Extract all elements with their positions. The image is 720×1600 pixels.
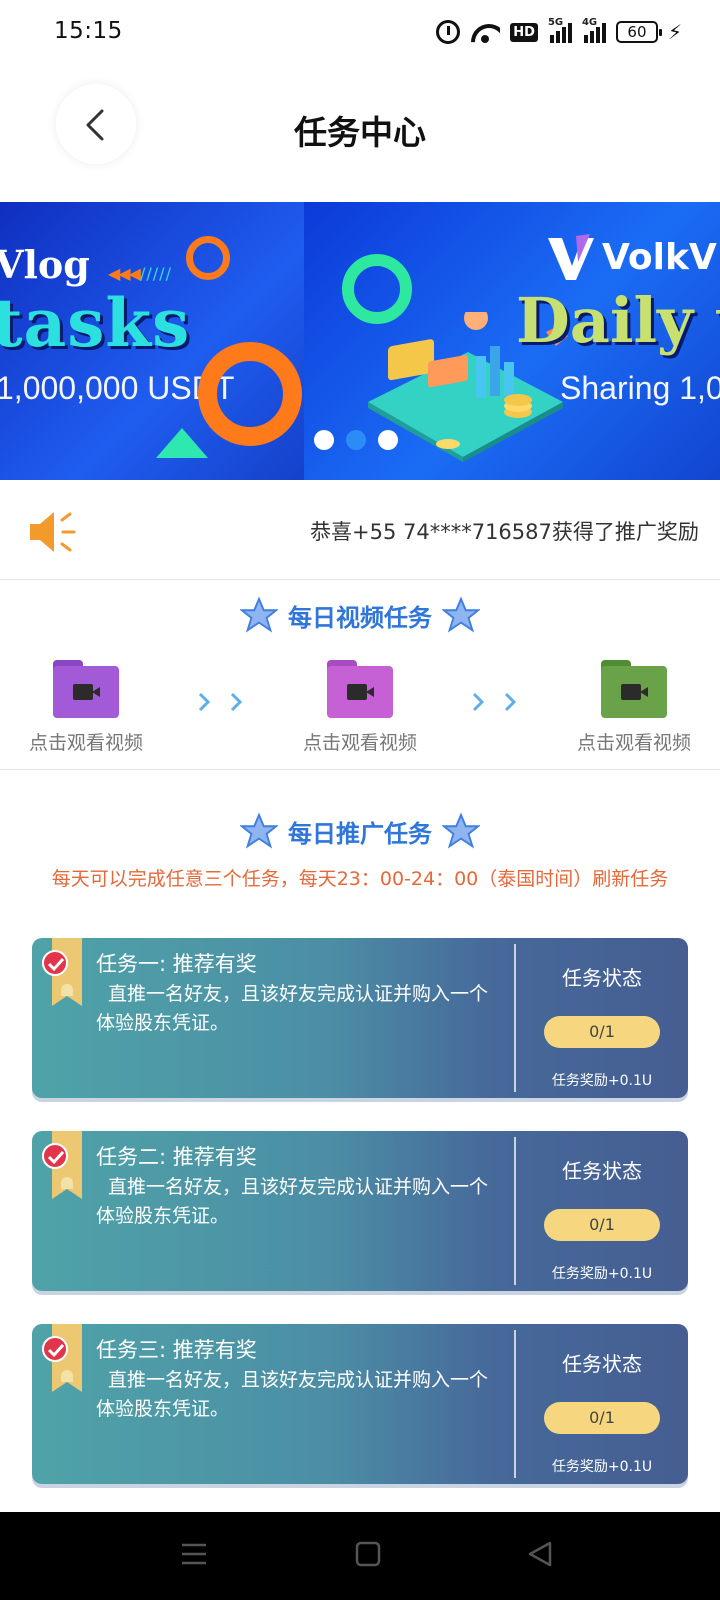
video-task-item-2[interactable]: 点击观看视频 xyxy=(290,660,430,760)
banner-left-top-text: Vlog xyxy=(0,242,90,287)
video-folder-icon xyxy=(327,660,393,718)
page-title: 任务中心 xyxy=(294,113,426,152)
task-progress-pill: 0/1 xyxy=(544,1016,660,1048)
notice-bar: 恭喜+55 74****716587获得了推广奖励 xyxy=(0,480,720,580)
double-chevron-right-icon xyxy=(472,692,517,712)
home-icon[interactable] xyxy=(354,1540,382,1568)
double-chevron-right-icon xyxy=(198,692,243,712)
star-icon xyxy=(240,812,278,849)
carousel-dot-active[interactable] xyxy=(346,430,366,450)
task-title: 任务二: 推荐有奖 xyxy=(96,1145,257,1169)
promo-section-label: 每日推广任务 xyxy=(288,819,432,848)
hd-voice-icon: HD xyxy=(510,22,538,42)
status-icons: HD 5G 4G 60 ⚡ xyxy=(436,17,682,46)
banner-brand: VolkV xyxy=(546,232,717,282)
wifi-icon xyxy=(470,20,500,44)
menu-icon[interactable] xyxy=(180,1540,208,1568)
banner-left-headline: tasks xyxy=(0,284,191,362)
ring-decoration xyxy=(186,236,230,280)
promo-section-title: 每日推广任务 xyxy=(0,812,720,850)
task-reward: 任务奖励+0.1U xyxy=(551,1266,653,1282)
ring-decoration xyxy=(198,342,302,446)
task-title: 任务一: 推荐有奖 xyxy=(96,952,257,976)
video-section-title: 每日视频任务 xyxy=(0,596,720,634)
triangle-decoration xyxy=(156,428,208,458)
task-reward: 任务奖励+0.1U xyxy=(551,1073,653,1089)
task-status-label: 任务状态 xyxy=(562,1159,642,1183)
task-status-label: 任务状态 xyxy=(562,1352,642,1376)
video-task-row: 点击观看视频 点击观看视频 点击观看视频 xyxy=(0,660,720,770)
banner-carousel[interactable]: Vlog ◀◀◀ ///// tasks 1,000,000 USDT Volk… xyxy=(0,202,720,480)
task-title: 任务三: 推荐有奖 xyxy=(96,1338,257,1362)
carousel-dot[interactable] xyxy=(378,430,398,450)
task-status-label: 任务状态 xyxy=(562,966,642,990)
task-description: 直推一名好友，且该好友完成认证并购入一个体验股东凭证。 xyxy=(96,983,489,1034)
system-nav-bar xyxy=(0,1512,720,1600)
star-icon xyxy=(442,596,480,633)
check-badge-icon xyxy=(42,1143,68,1169)
promo-note: 每天可以完成任意三个任务，每天23：00-24：00（泰国时间）刷新任务 xyxy=(51,868,669,890)
check-badge-icon xyxy=(42,1336,68,1362)
bell-decoration-icon xyxy=(61,1370,73,1382)
star-icon xyxy=(240,596,278,633)
dash-decoration: ///// xyxy=(140,264,172,283)
task-card-1[interactable]: 任务一: 推荐有奖 直推一名好友，且该好友完成认证并购入一个体验股东凭证。 任务… xyxy=(32,938,688,1098)
charging-icon: ⚡ xyxy=(667,20,682,44)
video-task-label: 点击观看视频 xyxy=(28,732,143,754)
video-task-label: 点击观看视频 xyxy=(302,732,417,754)
battery-icon: 60 xyxy=(615,21,662,43)
carousel-dots xyxy=(314,430,398,450)
video-folder-icon xyxy=(601,660,667,718)
notice-text: 恭喜+55 74****716587获得了推广奖励 xyxy=(310,520,699,544)
task-description: 直推一名好友，且该好友完成认证并购入一个体验股东凭证。 xyxy=(96,1176,489,1227)
task-reward: 任务奖励+0.1U xyxy=(551,1459,653,1475)
signal-5g-icon: 5G xyxy=(548,17,572,43)
check-badge-icon xyxy=(42,950,68,976)
video-task-item-3[interactable]: 点击观看视频 xyxy=(564,660,704,760)
video-task-label: 点击观看视频 xyxy=(576,732,691,754)
task-description: 直推一名好友，且该好友完成认证并购入一个体验股东凭证。 xyxy=(96,1369,489,1420)
signal-4g-icon: 4G xyxy=(582,17,606,43)
status-time: 15:15 xyxy=(54,18,123,44)
banner-slide-left[interactable]: Vlog ◀◀◀ ///// tasks 1,000,000 USDT xyxy=(0,202,304,480)
task-card-2[interactable]: 任务二: 推荐有奖 直推一名好友，且该好友完成认证并购入一个体验股东凭证。 任务… xyxy=(32,1131,688,1291)
status-bar: 15:15 HD 5G 4G 60 ⚡ xyxy=(0,0,720,64)
carousel-dot[interactable] xyxy=(314,430,334,450)
task-progress-pill: 0/1 xyxy=(544,1402,660,1434)
bell-decoration-icon xyxy=(61,1177,73,1189)
alarm-icon xyxy=(436,20,461,44)
speaker-icon xyxy=(30,512,76,552)
task-card-3[interactable]: 任务三: 推荐有奖 直推一名好友，且该好友完成认证并购入一个体验股东凭证。 任务… xyxy=(32,1324,688,1484)
bell-decoration-icon xyxy=(61,984,73,996)
brand-logo-icon xyxy=(548,234,594,280)
header: 任务中心 xyxy=(0,64,720,200)
task-progress-pill: 0/1 xyxy=(544,1209,660,1241)
video-folder-icon xyxy=(53,660,119,718)
back-nav-icon[interactable] xyxy=(526,1540,554,1568)
video-task-item-1[interactable]: 点击观看视频 xyxy=(16,660,156,760)
star-icon xyxy=(442,812,480,849)
banner-right-headline: Daily tasks xyxy=(516,284,720,357)
banner-right-subtext: Sharing 1,000,000 USDT xyxy=(560,370,720,406)
banner-brand-name: VolkV xyxy=(602,236,717,278)
video-section-label: 每日视频任务 xyxy=(288,603,432,632)
chevron-decoration-icon: ◀◀◀ xyxy=(108,264,141,283)
